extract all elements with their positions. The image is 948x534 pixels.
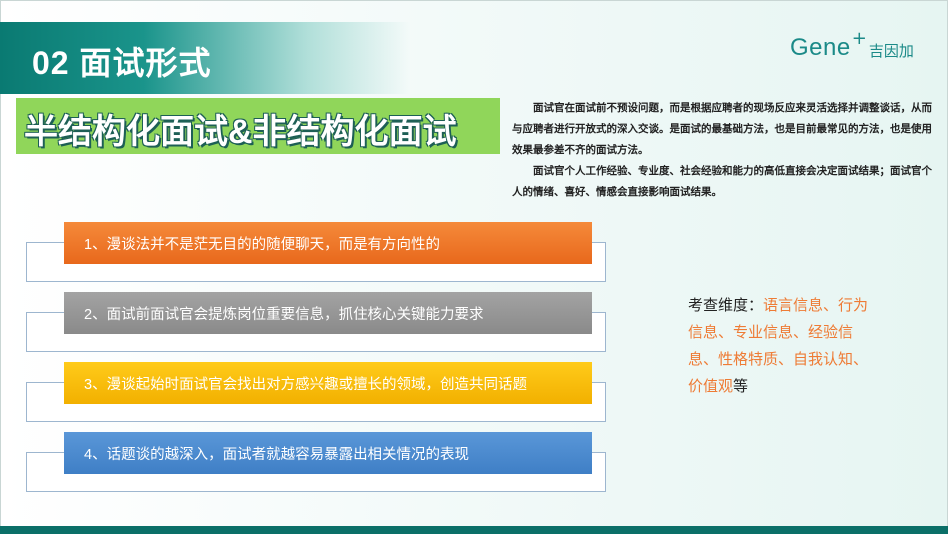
list-item-1: 1、漫谈法并不是茫无目的的随便聊天，而是有方向性的 xyxy=(64,222,592,264)
section-subtitle: 半结构化面试&非结构化面试 xyxy=(24,113,457,151)
dimensions-suffix: 等 xyxy=(733,378,749,395)
list-item-4: 4、话题谈的越深入，面试者就越容易暴露出相关情况的表现 xyxy=(64,432,592,474)
logo-chinese-name: 吉因加 xyxy=(868,42,914,60)
logo-text: Gene xyxy=(790,34,851,61)
dimensions-prefix: 考查维度： xyxy=(688,297,764,314)
footer-band xyxy=(0,526,948,534)
logo-plus: + xyxy=(851,28,867,49)
description-paragraph-2: 面试官个人工作经验、专业度、社会经验和能力的高低直接会决定面试结果；面试官个人的… xyxy=(512,165,932,198)
list-item-3: 3、漫谈起始时面试官会找出对方感兴趣或擅长的领域，创造共同话题 xyxy=(64,362,592,404)
assessment-dimensions: 考查维度：语言信息、行为信息、专业信息、经验信息、性格特质、自我认知、价值观等 xyxy=(688,292,874,400)
brand-logo: Gene + 吉因加 xyxy=(790,28,914,62)
description-block: 面试官在面试前不预设问题，而是根据应聘者的现场反应来灵活选择并调整谈话，从而与应… xyxy=(512,98,936,203)
list-item-2: 2、面试前面试官会提炼岗位重要信息，抓住核心关键能力要求 xyxy=(64,292,592,334)
page-title: 02 面试形式 xyxy=(32,45,212,81)
description-paragraph-1: 面试官在面试前不预设问题，而是根据应聘者的现场反应来灵活选择并调整谈话，从而与应… xyxy=(512,102,932,156)
